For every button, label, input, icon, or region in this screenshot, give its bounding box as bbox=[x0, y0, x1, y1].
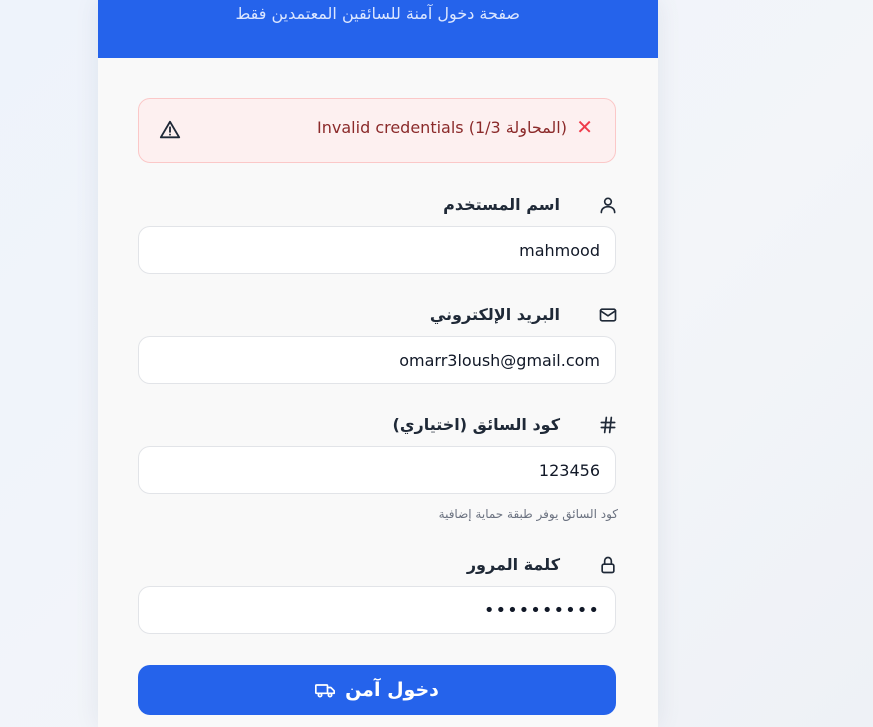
driver-code-label: كود السائق (اختياري) bbox=[392, 415, 560, 434]
error-alert: ✕ Invalid credentials (المحاولة 1/3) bbox=[138, 98, 616, 163]
login-card: صفحة دخول آمنة للسائقين المعتمدين فقط ✕ … bbox=[98, 0, 658, 727]
user-icon bbox=[600, 197, 616, 214]
page-subtitle: صفحة دخول آمنة للسائقين المعتمدين فقط bbox=[235, 4, 520, 23]
password-input[interactable] bbox=[138, 586, 616, 634]
submit-label: دخول آمن bbox=[345, 679, 439, 701]
hash-icon bbox=[600, 416, 616, 434]
username-input[interactable] bbox=[138, 226, 616, 274]
email-label: البريد الإلكتروني bbox=[429, 305, 560, 324]
mail-icon bbox=[599, 308, 617, 322]
driver-code-input[interactable] bbox=[138, 446, 616, 494]
x-icon: ✕ bbox=[576, 115, 593, 139]
email-input[interactable] bbox=[138, 336, 616, 384]
lock-icon bbox=[601, 556, 615, 574]
username-label: اسم المستخدم bbox=[443, 195, 560, 214]
warning-triangle-icon bbox=[159, 120, 181, 139]
secure-login-button[interactable]: دخول آمن bbox=[138, 665, 616, 715]
card-header: صفحة دخول آمنة للسائقين المعتمدين فقط bbox=[98, 0, 658, 58]
truck-icon bbox=[315, 684, 336, 698]
driver-code-hint: كود السائق يوفر طبقة حماية إضافية bbox=[438, 507, 618, 521]
password-label: كلمة المرور bbox=[466, 555, 560, 574]
error-message: Invalid credentials (المحاولة 1/3) bbox=[317, 118, 567, 137]
